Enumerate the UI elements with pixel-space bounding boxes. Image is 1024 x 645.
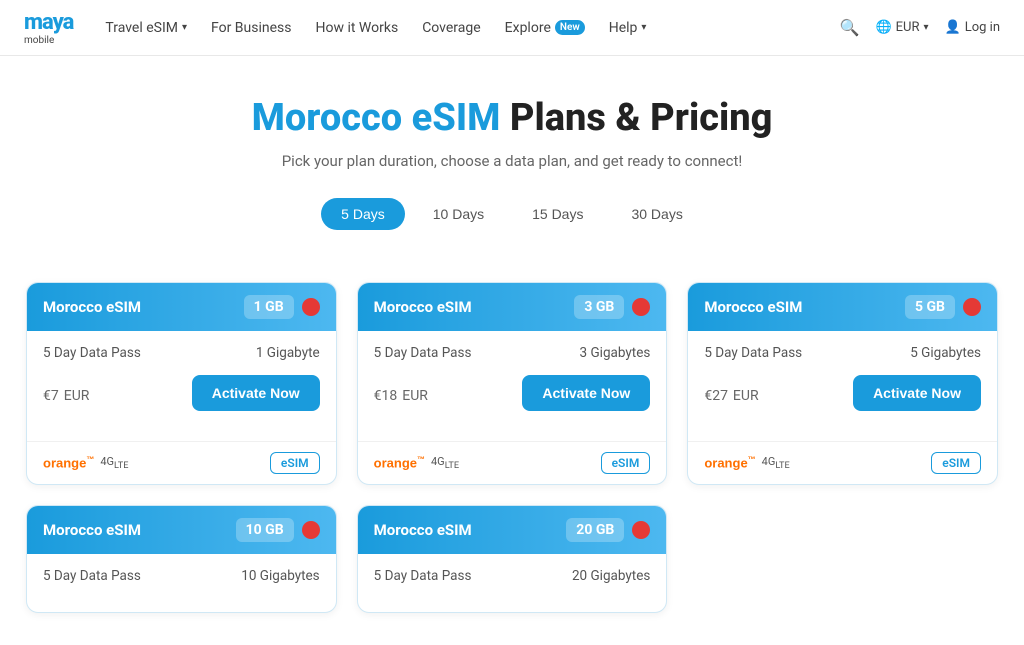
card-gb-label: 10 GB: [236, 518, 294, 542]
tab-10days[interactable]: 10 Days: [413, 198, 504, 230]
top-plans-grid: Morocco eSIM 1 GB 5 Day Data Pass 1 Giga…: [26, 282, 998, 485]
card-header: Morocco eSIM 5 GB: [688, 283, 997, 331]
card-title: Morocco eSIM: [704, 298, 802, 316]
card-data-badge: 1 GB: [244, 295, 320, 319]
network-badge: 4GLTE: [431, 455, 459, 471]
activate-button[interactable]: Activate Now: [853, 375, 981, 411]
login-button[interactable]: 👤 Log in: [945, 20, 1000, 35]
plan-card-5gb: Morocco eSIM 5 GB 5 Day Data Pass 5 Giga…: [687, 282, 998, 485]
duration-row: 5 Day Data Pass 20 Gigabytes: [374, 568, 651, 584]
info-dot: [632, 298, 650, 316]
orange-logo: orange™: [43, 455, 94, 470]
card-data-badge: 5 GB: [905, 295, 981, 319]
info-dot: [302, 298, 320, 316]
chevron-down-icon: ▾: [924, 22, 929, 33]
bottom-plans-grid: Morocco eSIM 10 GB 5 Day Data Pass 10 Gi…: [26, 505, 998, 613]
plans-section: Morocco eSIM 1 GB 5 Day Data Pass 1 Giga…: [2, 282, 1022, 645]
price-row: €27 EUR Activate Now: [704, 375, 981, 411]
tab-5days[interactable]: 5 Days: [321, 198, 405, 230]
carrier-info: orange™ 4GLTE: [374, 455, 459, 471]
activate-button[interactable]: Activate Now: [522, 375, 650, 411]
card-gb-label: 3 GB: [574, 295, 624, 319]
nav-item-travel-esim[interactable]: Travel eSIM ▾: [105, 20, 187, 36]
card-title: Morocco eSIM: [43, 298, 141, 316]
brand-sub: mobile: [24, 35, 73, 46]
info-dot: [302, 521, 320, 539]
esim-badge: eSIM: [931, 452, 981, 474]
card-price: €18 EUR: [374, 381, 428, 405]
plan-card-3gb: Morocco eSIM 3 GB 5 Day Data Pass 3 Giga…: [357, 282, 668, 485]
card-footer: orange™ 4GLTE eSIM: [358, 441, 667, 484]
brand-logo[interactable]: mayamobile: [24, 10, 73, 46]
carrier-info: orange™ 4GLTE: [704, 455, 789, 471]
search-icon[interactable]: 🔍: [840, 18, 860, 37]
card-footer: orange™ 4GLTE eSIM: [27, 441, 336, 484]
info-dot: [963, 298, 981, 316]
card-price: €27 EUR: [704, 381, 758, 405]
nav-item-help[interactable]: Help ▾: [609, 20, 647, 36]
plan-card-10gb: Morocco eSIM 10 GB 5 Day Data Pass 10 Gi…: [26, 505, 337, 613]
duration-row: 5 Day Data Pass 5 Gigabytes: [704, 345, 981, 361]
card-body: 5 Day Data Pass 1 Gigabyte €7 EUR Activa…: [27, 331, 336, 441]
price-row: €7 EUR Activate Now: [43, 375, 320, 411]
card-footer: orange™ 4GLTE eSIM: [688, 441, 997, 484]
card-body: 5 Day Data Pass 10 Gigabytes: [27, 554, 336, 612]
card-header: Morocco eSIM 20 GB: [358, 506, 667, 554]
activate-button[interactable]: Activate Now: [192, 375, 320, 411]
card-header: Morocco eSIM 10 GB: [27, 506, 336, 554]
card-gb-label: 20 GB: [566, 518, 624, 542]
nav-item-how-it-works[interactable]: How it Works: [316, 20, 399, 36]
duration-row: 5 Day Data Pass 3 Gigabytes: [374, 345, 651, 361]
esim-badge: eSIM: [601, 452, 651, 474]
card-data-badge: 20 GB: [566, 518, 650, 542]
chevron-down-icon: ▾: [182, 22, 187, 33]
plan-card-1gb: Morocco eSIM 1 GB 5 Day Data Pass 1 Giga…: [26, 282, 337, 485]
card-title: Morocco eSIM: [43, 521, 141, 539]
carrier-info: orange™ 4GLTE: [43, 455, 128, 471]
orange-logo: orange™: [704, 455, 755, 470]
card-body: 5 Day Data Pass 20 Gigabytes: [358, 554, 667, 612]
nav-item-explore[interactable]: Explore New: [505, 20, 585, 36]
duration-row: 5 Day Data Pass 10 Gigabytes: [43, 568, 320, 584]
card-gb-label: 1 GB: [244, 295, 294, 319]
user-icon: 👤: [945, 20, 961, 35]
card-data-badge: 3 GB: [574, 295, 650, 319]
page-title: Morocco eSIM Plans & Pricing: [20, 96, 1004, 140]
card-gb-label: 5 GB: [905, 295, 955, 319]
chevron-down-icon: ▾: [641, 22, 646, 33]
price-row: €18 EUR Activate Now: [374, 375, 651, 411]
globe-icon: 🌐: [875, 20, 891, 35]
nav-item-for-business[interactable]: For Business: [211, 20, 291, 36]
tab-30days[interactable]: 30 Days: [611, 198, 702, 230]
card-data-badge: 10 GB: [236, 518, 320, 542]
plan-card-20gb: Morocco eSIM 20 GB 5 Day Data Pass 20 Gi…: [357, 505, 668, 613]
hero-subtitle: Pick your plan duration, choose a data p…: [20, 152, 1004, 170]
new-badge: New: [555, 20, 585, 35]
card-title: Morocco eSIM: [374, 521, 472, 539]
network-badge: 4GLTE: [762, 455, 790, 471]
card-header: Morocco eSIM 3 GB: [358, 283, 667, 331]
hero-section: Morocco eSIM Plans & Pricing Pick your p…: [0, 56, 1024, 282]
orange-logo: orange™: [374, 455, 425, 470]
info-dot: [632, 521, 650, 539]
currency-selector[interactable]: 🌐 EUR ▾: [875, 20, 928, 35]
esim-badge: eSIM: [270, 452, 320, 474]
nav-right: 🔍 🌐 EUR ▾ 👤 Log in: [840, 18, 1000, 37]
nav-items: Travel eSIM ▾ For Business How it Works …: [105, 20, 839, 36]
duration-tabs: 5 Days 10 Days 15 Days 30 Days: [20, 198, 1004, 230]
card-title: Morocco eSIM: [374, 298, 472, 316]
duration-row: 5 Day Data Pass 1 Gigabyte: [43, 345, 320, 361]
navbar: mayamobile Travel eSIM ▾ For Business Ho…: [0, 0, 1024, 56]
card-body: 5 Day Data Pass 5 Gigabytes €27 EUR Acti…: [688, 331, 997, 441]
tab-15days[interactable]: 15 Days: [512, 198, 603, 230]
card-header: Morocco eSIM 1 GB: [27, 283, 336, 331]
network-badge: 4GLTE: [100, 455, 128, 471]
card-body: 5 Day Data Pass 3 Gigabytes €18 EUR Acti…: [358, 331, 667, 441]
card-price: €7 EUR: [43, 381, 89, 405]
nav-item-coverage[interactable]: Coverage: [422, 20, 480, 36]
